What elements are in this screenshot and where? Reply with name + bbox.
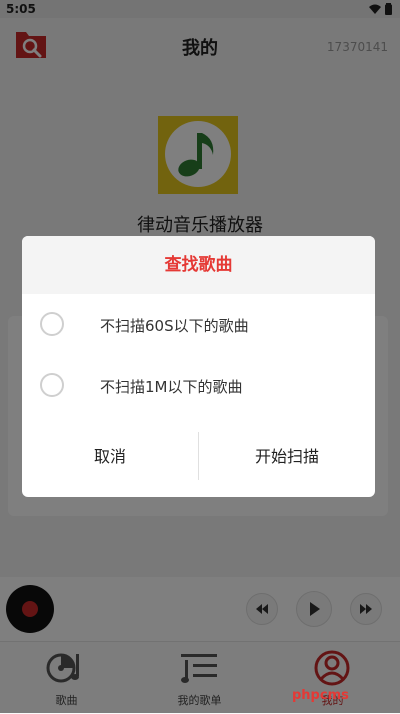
watermark: phpcms (292, 688, 349, 703)
scan-dialog: 查找歌曲 不扫描60S以下的歌曲 不扫描1M以下的歌曲 取消 开始扫描 (22, 236, 375, 497)
option-skip-small[interactable]: 不扫描1M以下的歌曲 (22, 362, 375, 412)
radio-skip-small[interactable] (40, 373, 64, 397)
cancel-button[interactable]: 取消 (22, 432, 198, 482)
option-skip-short[interactable]: 不扫描60S以下的歌曲 (22, 301, 375, 351)
start-scan-button[interactable]: 开始扫描 (199, 432, 375, 482)
dialog-actions: 取消 开始扫描 (22, 432, 375, 482)
option-skip-short-label: 不扫描60S以下的歌曲 (100, 317, 249, 335)
radio-skip-short[interactable] (40, 312, 64, 336)
dialog-title: 查找歌曲 (22, 236, 375, 294)
option-skip-small-label: 不扫描1M以下的歌曲 (100, 378, 243, 396)
